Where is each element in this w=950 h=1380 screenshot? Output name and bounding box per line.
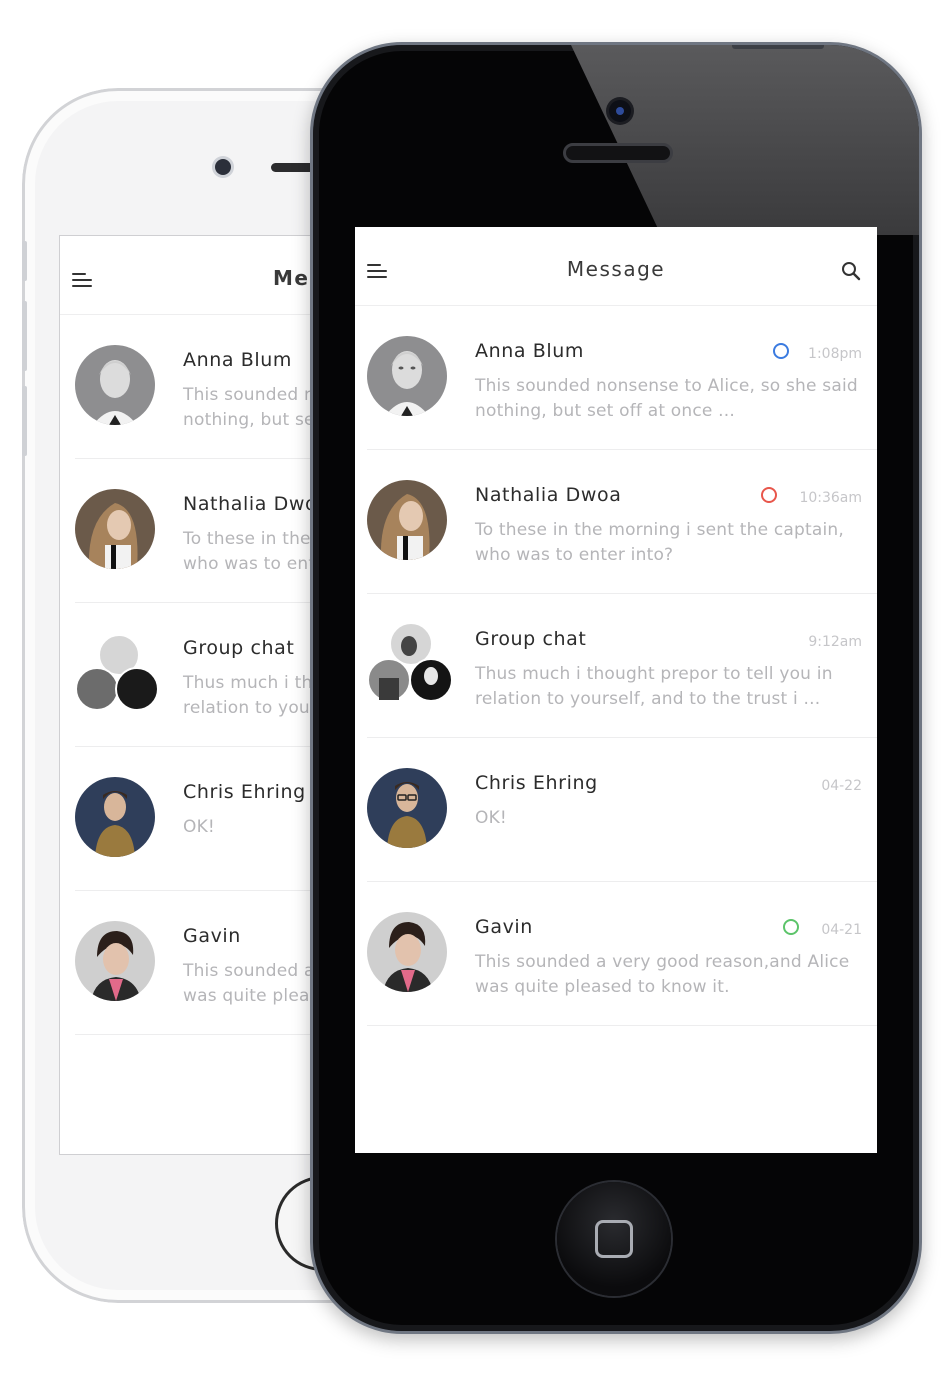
contact-name: Chris Ehring (475, 772, 598, 794)
message-preview: OK! (475, 808, 507, 828)
conversation-row-nathalia-dwoa[interactable]: Nathalia Dwoa 10:36am To these in the mo… (367, 450, 877, 594)
unread-indicator-green (783, 919, 799, 935)
unread-indicator-red (761, 487, 777, 503)
conversation-row-group-chat[interactable]: Group chat 9:12am Thus much i thought pr… (367, 594, 877, 738)
avatar (367, 336, 447, 416)
back-phone-camera (215, 159, 231, 175)
home-button[interactable] (557, 1182, 671, 1296)
search-icon[interactable] (841, 261, 861, 281)
conversation-row-gavin[interactable]: Gavin 04-21 This sounded a very good rea… (367, 882, 877, 1026)
message-preview: This sounded nonsense to Alice, so she s… (475, 376, 858, 421)
message-time: 9:12am (808, 634, 862, 650)
front-phone-screen: Message Anna Blum 1:08pm This sounded no… (355, 227, 877, 1153)
back-phone-volume-up (22, 301, 27, 371)
app-bar: Message (355, 227, 877, 306)
front-phone-power-button (732, 45, 824, 49)
hamburger-menu-icon[interactable] (72, 273, 92, 287)
contact-name: Group chat (183, 637, 295, 659)
contact-name: Group chat (475, 628, 587, 650)
avatar (367, 912, 447, 992)
avatar (367, 768, 447, 848)
avatar (75, 489, 155, 569)
back-phone-volume-down (22, 386, 27, 456)
contact-name: Chris Ehring (183, 781, 306, 803)
home-square-icon (595, 1220, 633, 1258)
avatar (367, 480, 447, 560)
group-avatar (367, 620, 457, 710)
contact-name: Anna Blum (475, 340, 585, 362)
avatar (75, 921, 155, 1001)
message-time: 04-21 (821, 922, 862, 938)
conversation-row-chris-ehring[interactable]: Chris Ehring 04-22 OK! (367, 738, 877, 882)
message-preview: To these in the morning i sent the capta… (475, 520, 844, 565)
avatar (75, 345, 155, 425)
front-phone-camera (609, 100, 631, 122)
contact-name: Gavin (475, 916, 533, 938)
group-avatar (75, 633, 159, 713)
message-time: 1:08pm (808, 346, 862, 362)
back-phone-mute-switch (22, 241, 27, 281)
contact-name: Gavin (183, 925, 241, 947)
message-time: 10:36am (799, 490, 862, 506)
contact-name: Nathalia Dwoa (475, 484, 622, 506)
front-phone-speaker (563, 143, 673, 163)
contact-name: Anna Blum (183, 349, 293, 371)
unread-indicator-blue (773, 343, 789, 359)
front-phone-glare (571, 45, 919, 235)
page-title: Message (566, 257, 666, 281)
message-preview: This sounded a very good reason,and Alic… (475, 952, 850, 997)
message-preview: Thus much i thought prepor to tell you i… (475, 664, 833, 709)
avatar (75, 777, 155, 857)
conversation-row-anna-blum[interactable]: Anna Blum 1:08pm This sounded nonsense t… (367, 306, 877, 450)
message-time: 04-22 (821, 778, 862, 794)
contact-name: Nathalia Dwoa (183, 493, 330, 515)
conversation-list: Anna Blum 1:08pm This sounded nonsense t… (355, 306, 877, 1026)
